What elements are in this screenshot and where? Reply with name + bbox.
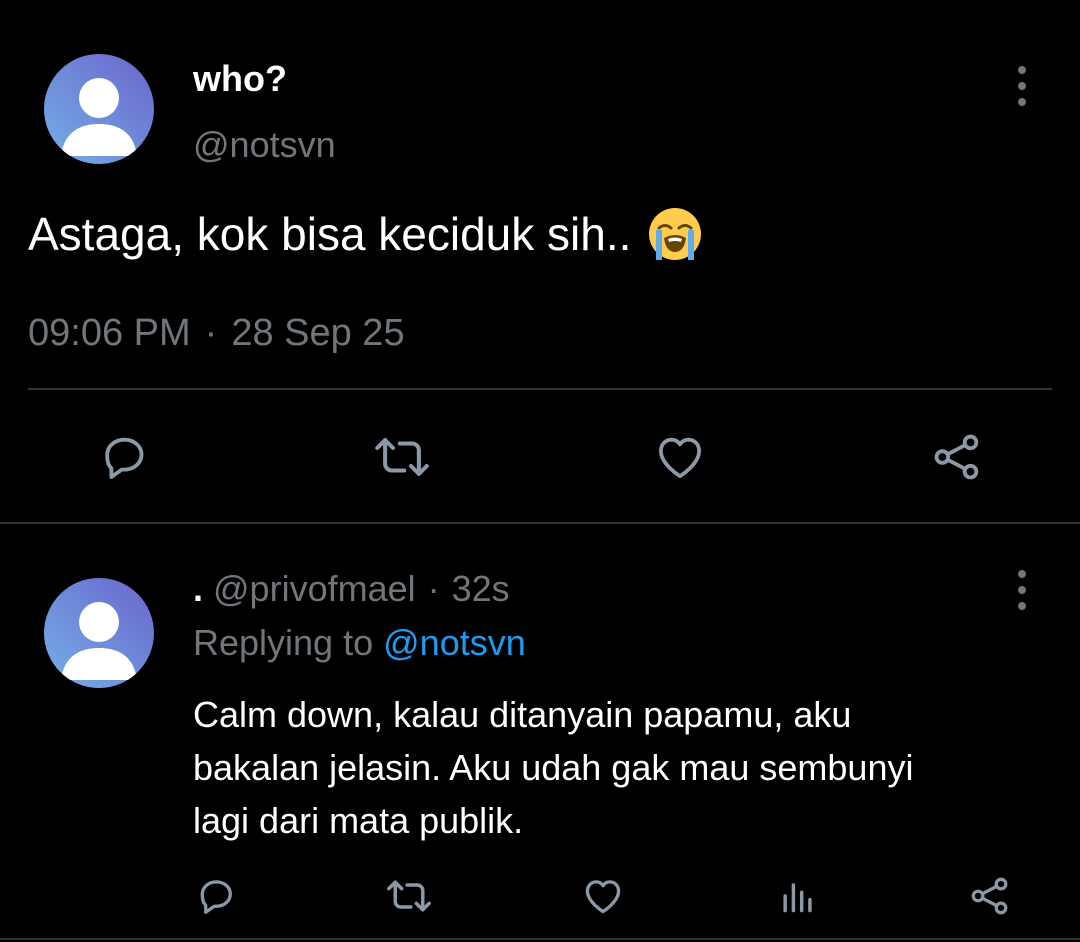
tweet-text-line: bakalan jelasin. Aku udah gak mau sembun… [193, 747, 914, 788]
display-name[interactable]: . [193, 568, 203, 609]
tweet-text-line: lagi dari mata publik. [193, 800, 524, 841]
reply-icon[interactable] [97, 430, 151, 484]
more-options-icon[interactable] [1012, 570, 1032, 610]
default-avatar-icon [44, 54, 154, 164]
share-icon[interactable] [930, 430, 984, 484]
mention-link[interactable]: @notsvn [383, 622, 526, 663]
meta-separator: · [204, 312, 218, 354]
default-avatar-icon [44, 578, 154, 688]
avatar[interactable] [44, 54, 154, 164]
like-icon[interactable] [652, 430, 708, 484]
tweet-text: Calm down, kalau ditanyain papamu, aku b… [193, 688, 1013, 847]
loudly-crying-face-emoji [647, 206, 703, 262]
user-handle[interactable]: @notsvn [193, 124, 336, 166]
tweet-time: 09:06 PM [28, 312, 191, 354]
tweet-age: 32s [451, 568, 510, 609]
divider [28, 388, 1052, 390]
tweet-timestamp: 09:06 PM · 28 Sep 25 [28, 312, 405, 355]
retweet-icon[interactable] [372, 430, 432, 484]
tweet-date: 28 Sep 25 [231, 312, 405, 354]
meta-separator: · [427, 568, 440, 609]
like-icon[interactable] [580, 874, 626, 918]
analytics-icon[interactable] [776, 874, 820, 918]
tweet-text-content: Astaga, kok bisa keciduk sih.. [28, 208, 632, 260]
avatar[interactable] [44, 578, 154, 688]
tweet-text: Astaga, kok bisa keciduk sih.. [28, 206, 703, 262]
divider [0, 522, 1080, 524]
share-icon[interactable] [968, 874, 1012, 918]
reply-header: . @privofmael · 32s [193, 568, 510, 610]
replying-to: Replying to @notsvn [193, 622, 526, 664]
divider [0, 938, 1080, 940]
replying-prefix: Replying to [193, 622, 374, 663]
retweet-icon[interactable] [384, 874, 434, 918]
reply-icon[interactable] [194, 874, 238, 918]
tweet-text-line: Calm down, kalau ditanyain papamu, aku [193, 694, 852, 735]
user-handle[interactable]: @privofmael [213, 568, 416, 609]
display-name[interactable]: who? [193, 58, 287, 100]
more-options-icon[interactable] [1012, 66, 1032, 106]
